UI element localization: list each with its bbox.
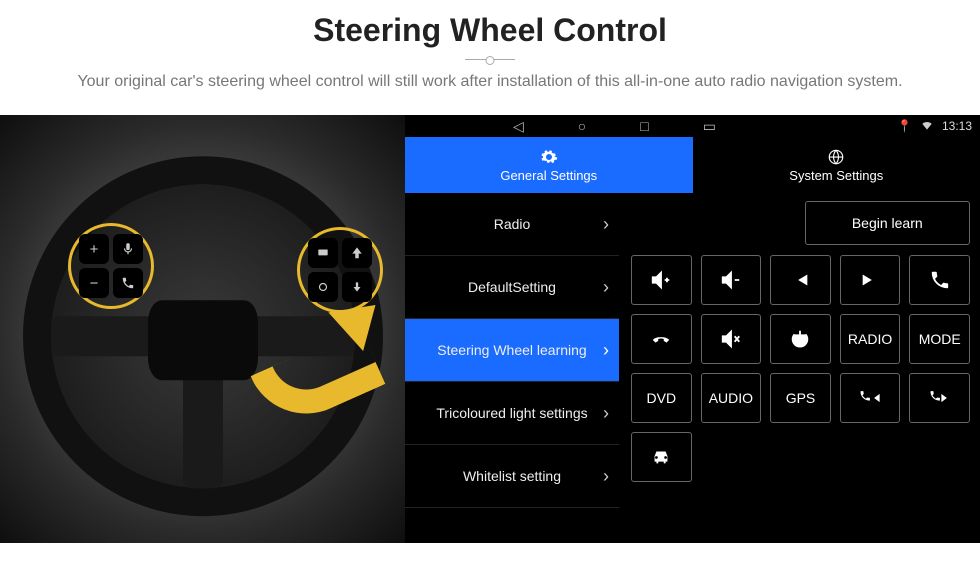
radio-button[interactable]: RADIO <box>840 314 901 364</box>
gps-button[interactable]: GPS <box>770 373 831 423</box>
car-button[interactable] <box>631 432 692 482</box>
highlight-left: + − <box>68 223 154 309</box>
hangup-icon <box>650 328 672 350</box>
split-icon[interactable]: ▭ <box>703 118 716 135</box>
menu-default-setting[interactable]: DefaultSetting› <box>405 256 619 319</box>
phone-hangup-button[interactable] <box>631 314 692 364</box>
wheel-voice-button[interactable] <box>113 234 143 264</box>
chevron-right-icon: › <box>603 403 609 424</box>
steering-wheel-photo: + − <box>0 115 405 543</box>
prev-track-button[interactable] <box>770 255 831 305</box>
vol-down-button[interactable] <box>701 255 762 305</box>
function-grid: RADIO MODE DVD AUDIO GPS <box>631 255 970 482</box>
wheel-plus-button[interactable]: + <box>79 234 109 264</box>
wheel-minus-button[interactable]: − <box>79 268 109 298</box>
phone-next-icon <box>929 387 951 409</box>
header: Steering Wheel Control Your original car… <box>0 0 980 115</box>
vol-up-button[interactable] <box>631 255 692 305</box>
home-icon[interactable]: ○ <box>578 118 586 135</box>
chevron-right-icon: › <box>603 340 609 361</box>
next-track-button[interactable] <box>840 255 901 305</box>
mute-button[interactable] <box>701 314 762 364</box>
menu-whitelist[interactable]: Whitelist setting› <box>405 445 619 508</box>
tab-system-settings[interactable]: System Settings <box>693 137 980 193</box>
menu-tricoloured-light[interactable]: Tricoloured light settings› <box>405 382 619 445</box>
chevron-right-icon: › <box>603 466 609 487</box>
menu-steering-wheel-learning[interactable]: Steering Wheel learning› <box>405 319 619 382</box>
content: Radio› DefaultSetting› Steering Wheel le… <box>405 193 980 543</box>
tab-label: General Settings <box>500 168 597 183</box>
audio-button[interactable]: AUDIO <box>701 373 762 423</box>
chevron-right-icon: › <box>603 214 609 235</box>
phone-prev-icon <box>859 387 881 409</box>
divider <box>465 59 515 60</box>
volume-down-icon <box>720 269 742 291</box>
prev-icon <box>789 269 811 291</box>
mute-icon <box>720 328 742 350</box>
chevron-right-icon: › <box>603 277 609 298</box>
car-icon <box>650 446 672 468</box>
dvd-button[interactable]: DVD <box>631 373 692 423</box>
menu-radio[interactable]: Radio› <box>405 193 619 256</box>
phone-answer-button[interactable] <box>909 255 970 305</box>
steering-wheel <box>23 156 383 516</box>
tab-label: System Settings <box>789 168 883 183</box>
wifi-icon <box>920 118 934 135</box>
next-icon <box>859 269 881 291</box>
empty-slot <box>631 201 795 245</box>
globe-icon <box>827 148 845 166</box>
wheel-src-button[interactable] <box>308 238 338 268</box>
settings-menu: Radio› DefaultSetting› Steering Wheel le… <box>405 193 621 543</box>
learning-panel: Begin learn RADIO MODE DVD AUDIO GPS <box>621 193 980 543</box>
wheel-up-button[interactable] <box>342 238 372 268</box>
tabs: General Settings System Settings <box>405 137 980 193</box>
power-button[interactable] <box>770 314 831 364</box>
page-subtitle: Your original car's steering wheel contr… <box>40 70 940 93</box>
main: + − ◁ ○ □ ▭ <box>0 115 980 543</box>
volume-up-icon <box>650 269 672 291</box>
recent-icon[interactable]: □ <box>640 118 648 135</box>
phone-icon <box>929 269 951 291</box>
back-icon[interactable]: ◁ <box>513 118 524 135</box>
wheel-cycle-button[interactable] <box>308 272 338 302</box>
phone-prev-button[interactable] <box>840 373 901 423</box>
tab-general-settings[interactable]: General Settings <box>405 137 693 193</box>
head-unit-screen: ◁ ○ □ ▭ 📍 13:13 General Settings System … <box>405 115 980 543</box>
begin-learn-button[interactable]: Begin learn <box>805 201 971 245</box>
wheel-phone-button[interactable] <box>113 268 143 298</box>
android-nav: ◁ ○ □ ▭ <box>513 118 716 135</box>
gear-icon <box>540 148 558 166</box>
clock: 13:13 <box>942 119 972 133</box>
phone-next-button[interactable] <box>909 373 970 423</box>
page-title: Steering Wheel Control <box>0 12 980 49</box>
gps-icon: 📍 <box>897 119 912 133</box>
power-icon <box>789 328 811 350</box>
status-bar: ◁ ○ □ ▭ 📍 13:13 <box>405 115 980 137</box>
mode-button[interactable]: MODE <box>909 314 970 364</box>
